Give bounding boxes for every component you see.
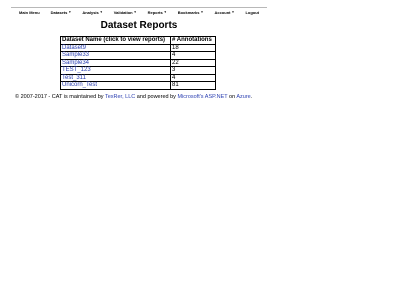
caret-down-icon: ▼ [68,10,72,14]
column-header-dataset-name: Dataset Name (click to view reports) [60,36,171,45]
nav-reports-label: Reports [147,10,163,15]
table-row: Unicorn_Test 81 [60,81,216,90]
nav-datasets-label: Datasets [50,10,68,15]
table-row: Test_311 4 [60,73,216,82]
dataset-reports-table: Dataset Name (click to view reports) # A… [60,36,216,90]
footer-link-azure[interactable]: Azure [236,94,250,100]
footer-suffix: . [250,94,253,100]
nav-reports[interactable]: Reports ▼ [148,10,167,15]
footer-middle: and powered by [135,94,178,100]
nav-main-menu[interactable]: Main Menu [19,10,40,15]
table-row: Sample34 22 [60,58,216,67]
dataset-name-cell: TEST_123 [60,66,171,75]
caret-down-icon: ▼ [231,10,235,14]
dataset-link[interactable]: Test_311 [62,75,86,81]
annotations-count-cell: 3 [170,66,216,75]
dataset-link[interactable]: Sample34 [62,60,89,66]
footer-link-aspnet[interactable]: Microsoft's ASP.NET [177,94,227,100]
annotations-count-cell: 4 [170,73,216,82]
annotations-count-cell: 81 [170,81,216,90]
caret-down-icon: ▼ [163,10,167,14]
nav-logout[interactable]: Logout [245,10,259,15]
dataset-name-cell: Dataset9 [60,43,171,52]
table-row: TEST_123 3 [60,66,216,75]
nav-account[interactable]: Account ▼ [214,10,234,15]
caret-down-icon: ▼ [200,10,204,14]
nav-validation-label: Validation [113,10,133,15]
table-row: Sample33 4 [60,51,216,60]
page-footer: © 2007-2017 - CAT is maintained by TexRe… [15,94,252,100]
footer-prefix: © 2007-2017 - CAT is maintained by [15,94,105,100]
dataset-name-cell: Sample34 [60,58,171,67]
nav-analysis[interactable]: Analysis ▼ [82,10,102,15]
dataset-link[interactable]: Sample33 [62,52,89,58]
dataset-link[interactable]: Unicorn_Test [62,82,97,88]
table-row: Dataset9 18 [60,43,216,52]
footer-link-texrer[interactable]: TexRer, LLC [105,94,135,100]
nav-analysis-label: Analysis [82,10,99,15]
dataset-name-cell: Unicorn_Test [60,81,171,90]
dataset-link[interactable]: Dataset9 [62,45,86,51]
nav-logout-label: Logout [245,10,259,15]
caret-down-icon: ▼ [133,10,137,14]
caret-down-icon: ▼ [99,10,103,14]
nav-bookmarks-label: Bookmarks [177,10,200,15]
nav-bookmarks[interactable]: Bookmarks ▼ [178,10,204,15]
annotations-count-cell: 22 [170,58,216,67]
table-header-row: Dataset Name (click to view reports) # A… [60,36,216,45]
main-navbar: Main Menu Datasets ▼ Analysis ▼ Validation… [11,7,267,17]
nav-validation[interactable]: Validation ▼ [114,10,137,15]
nav-main-menu-label: Main Menu [19,10,40,15]
dataset-name-cell: Sample33 [60,51,171,60]
nav-account-label: Account [214,10,231,15]
column-header-annotations: # Annotations [170,36,216,45]
page-title: Dataset Reports [100,20,178,31]
nav-datasets[interactable]: Datasets ▼ [51,10,72,15]
annotations-count-cell: 18 [170,43,216,52]
annotations-count-cell: 4 [170,51,216,60]
dataset-name-cell: Test_311 [60,73,171,82]
dataset-link[interactable]: TEST_123 [62,67,91,73]
